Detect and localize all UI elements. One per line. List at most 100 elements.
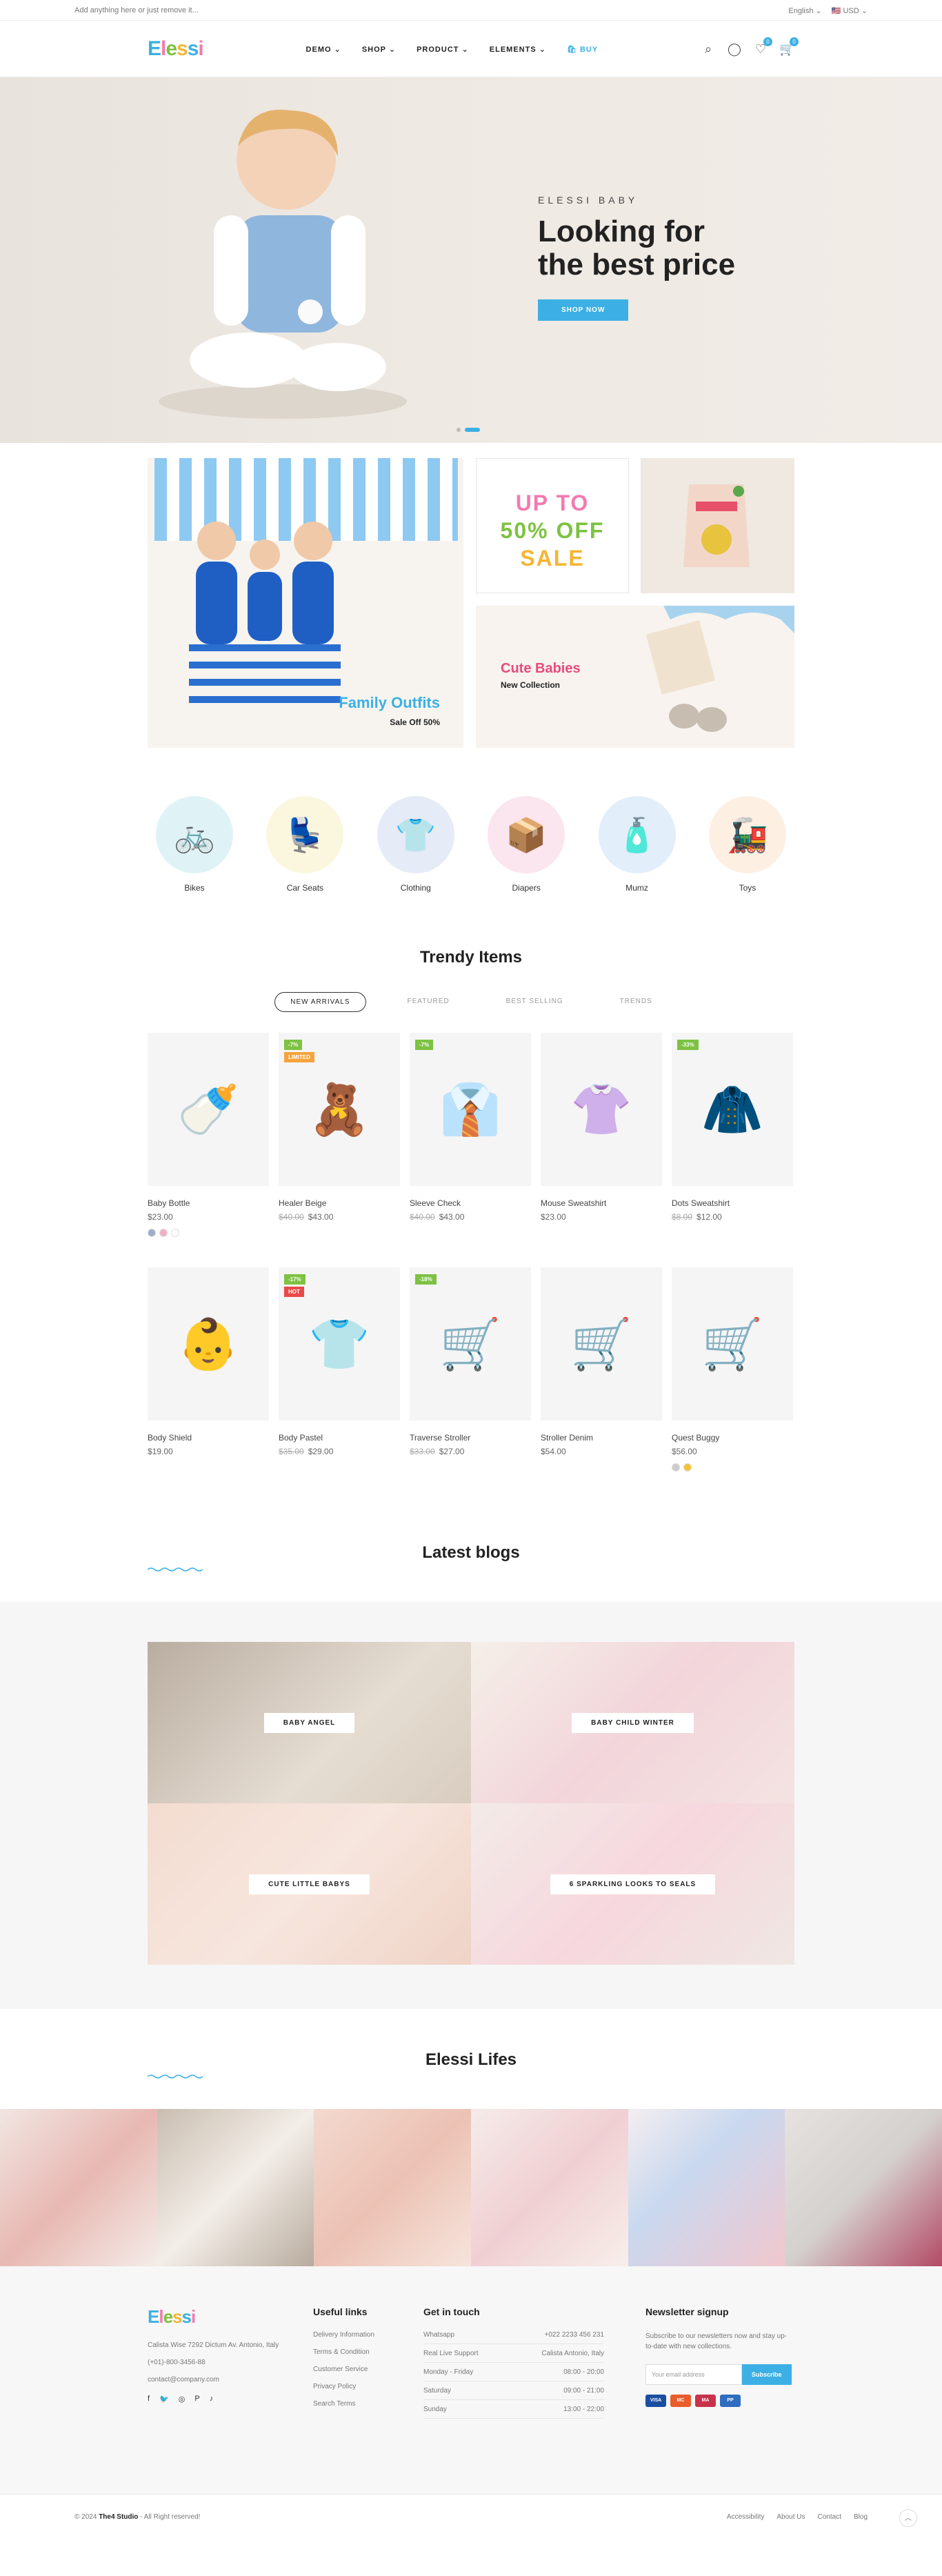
car-seat-icon[interactable]: 💺 — [266, 796, 344, 873]
snack-pack-banner[interactable] — [641, 458, 794, 593]
product-name[interactable]: Mouse Sweatshirt — [541, 1198, 662, 1208]
newsletter-email-input[interactable]: Your email address — [645, 2364, 742, 2385]
nav-shop[interactable]: SHOP ⌄ — [362, 45, 396, 54]
tab-featured[interactable]: FEATURED — [392, 992, 465, 1012]
blog-post[interactable]: CUTE LITTLE BABYS — [148, 1803, 471, 1965]
category-label[interactable]: Mumz — [599, 883, 676, 893]
blog-post[interactable]: BABY CHILD WINTER — [471, 1642, 794, 1803]
product-image[interactable]: 👚 — [541, 1033, 662, 1186]
bottles-icon[interactable]: 🧴 — [598, 796, 676, 873]
back-to-top-button[interactable]: ︿ — [899, 2509, 917, 2527]
tab-trends[interactable]: TRENDS — [605, 992, 668, 1012]
gallery-image[interactable] — [785, 2109, 942, 2266]
color-swatch[interactable] — [672, 1463, 680, 1472]
product-image[interactable]: 🛒 — [541, 1267, 662, 1420]
currency-selector[interactable]: 🇺🇸 USD ⌄ — [832, 6, 868, 15]
blog-post-title[interactable]: 6 SPARKLING LOOKS TO SEALS — [550, 1874, 716, 1894]
category-label[interactable]: Car Seats — [266, 883, 343, 893]
product-image[interactable]: -7% 👔 — [410, 1033, 531, 1186]
gallery-image[interactable] — [628, 2109, 785, 2266]
category-item[interactable]: 🚲 Bikes — [156, 796, 233, 893]
category-label[interactable]: Clothing — [377, 883, 454, 893]
category-item[interactable]: 💺 Car Seats — [266, 796, 344, 893]
bottom-link[interactable]: Accessibility — [727, 2513, 764, 2521]
category-label[interactable]: Toys — [709, 883, 786, 893]
slider-dot[interactable] — [457, 428, 461, 432]
footer-link[interactable]: Delivery Information — [313, 2331, 374, 2339]
blog-post-title[interactable]: CUTE LITTLE BABYS — [249, 1874, 370, 1894]
nav-product[interactable]: PRODUCT ⌄ — [417, 45, 469, 54]
product-image[interactable]: -18% 🛒 — [410, 1267, 531, 1420]
product-card[interactable]: -7% 👔 Sleeve Check $40.00 $43.00 — [410, 1033, 531, 1267]
gallery-image[interactable] — [157, 2109, 314, 2266]
product-name[interactable]: Baby Bottle — [148, 1198, 269, 1208]
blog-post[interactable]: BABY ANGEL — [148, 1642, 471, 1803]
category-item[interactable]: 🚂 Toys — [708, 796, 786, 893]
search-icon[interactable]: ⌕ — [701, 41, 716, 57]
cart-icon[interactable]: 🛒 0 — [779, 37, 799, 57]
clothing-icon[interactable]: 👕 — [377, 796, 454, 873]
product-image[interactable]: 🛒 — [672, 1267, 793, 1420]
product-name[interactable]: Healer Beige — [279, 1198, 400, 1208]
bike-icon[interactable]: 🚲 — [156, 796, 233, 873]
blog-post-title[interactable]: BABY CHILD WINTER — [572, 1712, 694, 1733]
nav-buy[interactable]: 🛍 BUY — [567, 45, 598, 54]
gallery-image[interactable] — [0, 2109, 157, 2266]
product-name[interactable]: Traverse Stroller — [410, 1433, 531, 1443]
product-image[interactable]: 👶 — [148, 1267, 269, 1420]
product-image[interactable]: -33% 🧥 — [672, 1033, 793, 1186]
product-card[interactable]: -33% 🧥 Dots Sweatshirt $8.00 $12.00 — [672, 1033, 793, 1267]
color-swatch[interactable] — [171, 1229, 179, 1237]
account-icon[interactable]: ◯ — [727, 41, 742, 57]
product-name[interactable]: Body Shield — [148, 1433, 269, 1443]
footer-link[interactable]: Privacy Policy — [313, 2383, 374, 2390]
gallery-image[interactable] — [471, 2109, 628, 2266]
family-outfits-banner[interactable]: Family Outfits Sale Off 50% — [148, 458, 463, 748]
footer-link[interactable]: Customer Service — [313, 2366, 374, 2373]
logo[interactable]: Elessi — [148, 37, 204, 61]
diapers-icon[interactable]: 📦 — [488, 796, 565, 873]
footer-email[interactable]: contact@company.com — [148, 2376, 285, 2384]
pinterest-icon[interactable]: P — [194, 2395, 199, 2404]
blog-post-title[interactable]: BABY ANGEL — [263, 1712, 355, 1733]
facebook-icon[interactable]: f — [148, 2395, 150, 2404]
product-card[interactable]: 🛒 Quest Buggy $56.00 — [672, 1267, 793, 1502]
tab-new-arrivals[interactable]: NEW ARRIVALS — [274, 992, 366, 1012]
category-item[interactable]: 👕 Clothing — [377, 796, 454, 893]
category-label[interactable]: Bikes — [156, 883, 233, 893]
tiktok-icon[interactable]: ♪ — [210, 2395, 214, 2404]
product-card[interactable]: -17% HOT 👕 Body Pastel $35.00 $29.00 — [279, 1267, 400, 1502]
color-swatch[interactable] — [148, 1229, 156, 1237]
wishlist-icon[interactable]: ♡ 0 — [753, 37, 772, 57]
product-card[interactable]: 🍼 Baby Bottle $23.00 — [148, 1033, 269, 1267]
product-card[interactable]: -18% 🛒 Traverse Stroller $33.00 $27.00 — [410, 1267, 531, 1502]
color-swatch[interactable] — [683, 1463, 692, 1472]
blog-post[interactable]: 6 SPARKLING LOOKS TO SEALS — [471, 1803, 794, 1965]
bottom-link[interactable]: Blog — [854, 2513, 868, 2521]
bottom-link[interactable]: About Us — [776, 2513, 805, 2521]
product-card[interactable]: -7% LIMITED 🧸 Healer Beige $40.00 $43.00 — [279, 1033, 400, 1267]
product-image[interactable]: 🍼 — [148, 1033, 269, 1186]
product-card[interactable]: 🛒 Stroller Denim $54.00 — [541, 1267, 662, 1502]
instagram-icon[interactable]: ◎ — [179, 2395, 186, 2404]
footer-link[interactable]: Terms & Condition — [313, 2348, 374, 2356]
product-card[interactable]: 👶 Body Shield $19.00 — [148, 1267, 269, 1502]
product-image[interactable]: -17% HOT 👕 — [279, 1267, 400, 1420]
subscribe-button[interactable]: Subscribe — [742, 2364, 792, 2385]
footer-link[interactable]: Search Terms — [313, 2400, 374, 2408]
category-item[interactable]: 📦 Diapers — [488, 796, 565, 893]
nav-elements[interactable]: ELEMENTS ⌄ — [490, 45, 546, 54]
twitter-icon[interactable]: 🐦 — [159, 2395, 169, 2404]
nav-demo[interactable]: DEMO ⌄ — [306, 45, 341, 54]
shop-now-button[interactable]: SHOP NOW — [538, 299, 629, 321]
gallery-image[interactable] — [314, 2109, 472, 2266]
category-item[interactable]: 🧴 Mumz — [598, 796, 676, 893]
language-selector[interactable]: English ⌄ — [788, 6, 821, 15]
product-card[interactable]: 👚 Mouse Sweatshirt $23.00 — [541, 1033, 662, 1267]
product-name[interactable]: Body Pastel — [279, 1433, 400, 1443]
product-name[interactable]: Dots Sweatshirt — [672, 1198, 793, 1208]
product-name[interactable]: Sleeve Check — [410, 1198, 531, 1208]
category-label[interactable]: Diapers — [488, 883, 565, 893]
toy-train-icon[interactable]: 🚂 — [708, 796, 786, 873]
cute-babies-banner[interactable]: Cute Babies New Collection — [476, 606, 794, 748]
